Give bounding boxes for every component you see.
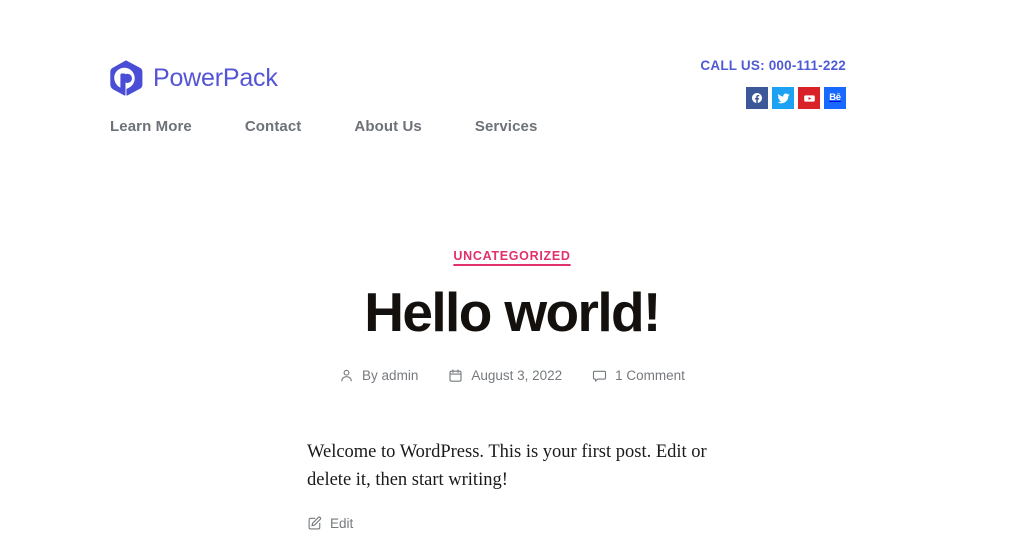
nav-item-services[interactable]: Services: [475, 118, 538, 135]
post-categories: UNCATEGORIZED: [0, 248, 1024, 264]
edit-post-link[interactable]: Edit: [307, 516, 353, 531]
post-title: Hello world!: [364, 281, 661, 343]
social-link-twitter[interactable]: [772, 87, 794, 110]
youtube-icon: [803, 92, 816, 105]
post-date: August 3, 2022: [448, 368, 562, 383]
page-root: PowerPack Learn More Contact About Us Se…: [0, 0, 1024, 556]
nav-item-contact[interactable]: Contact: [245, 118, 302, 135]
post-author-label: By admin: [362, 367, 419, 383]
facebook-icon: [751, 92, 763, 104]
edit-post-label: Edit: [330, 516, 354, 532]
nav-item-learn-more[interactable]: Learn More: [110, 118, 192, 135]
social-link-behance[interactable]: Bē: [824, 87, 846, 110]
header-contact-block: CALL US: 000-111-222 Bē: [700, 58, 846, 110]
nav-item-about-us[interactable]: About Us: [354, 118, 421, 135]
post-meta: By admin August 3, 2022 1 Comment: [0, 368, 1024, 383]
site-logo[interactable]: PowerPack: [110, 60, 278, 96]
post-date-label: August 3, 2022: [471, 367, 563, 383]
primary-navigation: Learn More Contact About Us Services: [110, 118, 537, 135]
site-title: PowerPack: [153, 63, 278, 92]
post-content-paragraph: Welcome to WordPress. This is your first…: [307, 441, 707, 491]
post-content: Welcome to WordPress. This is your first…: [307, 438, 717, 495]
post-article: UNCATEGORIZED Hello world! By admin Augu…: [0, 248, 1024, 536]
calendar-icon: [448, 368, 463, 383]
post-comments-label: 1 Comment: [615, 367, 685, 383]
twitter-icon: [777, 92, 790, 105]
behance-icon: Bē: [829, 92, 841, 104]
person-icon: [339, 368, 354, 383]
post-comments-link[interactable]: 1 Comment: [592, 368, 685, 383]
call-us-link[interactable]: CALL US: 000-111-222: [700, 58, 846, 74]
social-link-facebook[interactable]: [746, 87, 768, 110]
comment-icon: [592, 368, 607, 383]
category-link-uncategorized[interactable]: UNCATEGORIZED: [453, 249, 570, 263]
powerpack-logo-icon: [110, 60, 144, 96]
post-author: By admin: [339, 368, 418, 383]
social-links: Bē: [700, 87, 846, 110]
site-header: PowerPack Learn More Contact About Us Se…: [0, 0, 1024, 160]
edit-pencil-icon: [307, 516, 322, 531]
post-footer: Edit: [307, 516, 717, 536]
social-link-youtube[interactable]: [798, 87, 820, 110]
